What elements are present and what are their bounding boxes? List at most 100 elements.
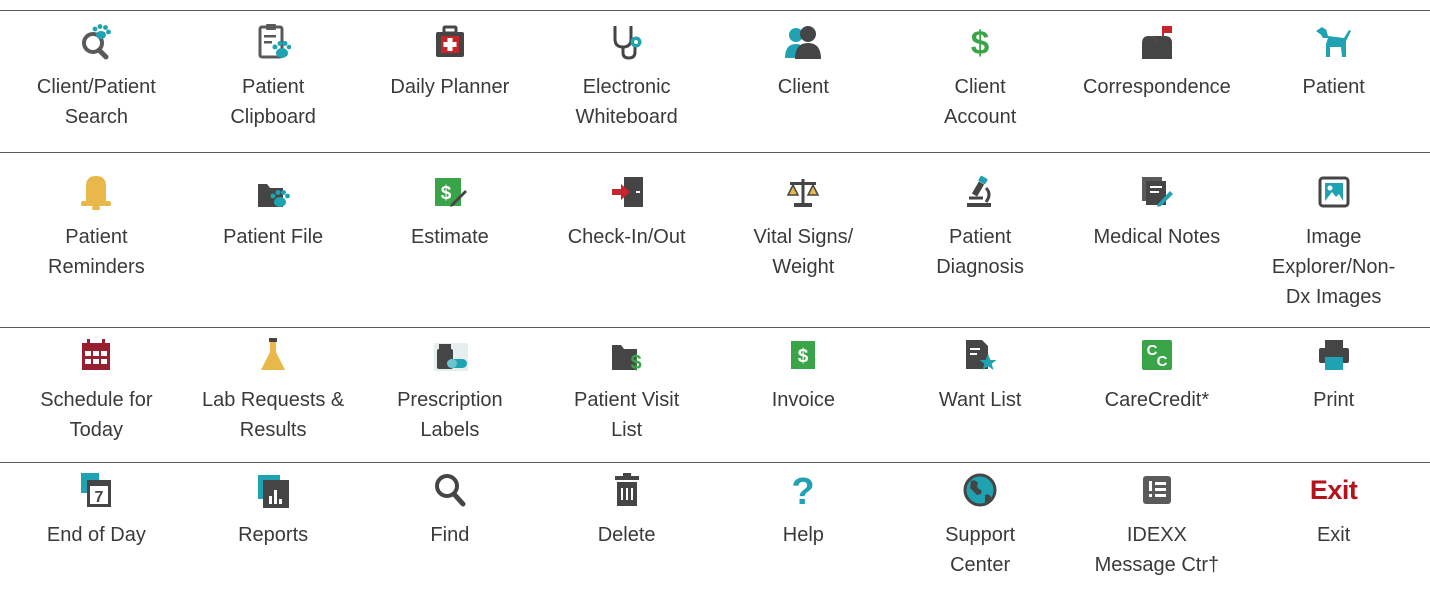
invoice-icon: $	[787, 335, 819, 375]
medical-bag-icon	[432, 22, 468, 62]
reports-chart-icon	[255, 470, 291, 510]
patient-label: Patient	[1302, 76, 1365, 98]
vital-signs-weight-button[interactable]: Vital Signs/ Weight	[715, 172, 892, 312]
dog-icon	[1314, 22, 1354, 62]
estimate-label: Estimate	[410, 226, 489, 248]
invoice-button[interactable]: $ Invoice	[715, 335, 892, 445]
client-account-label: Client Account	[943, 76, 1017, 128]
check-in-door-icon	[609, 172, 645, 212]
support-center-button[interactable]: Support Center	[892, 470, 1069, 580]
end-of-day-button[interactable]: 7 End of Day	[8, 470, 185, 580]
client-patient-search-button[interactable]: Client/Patient Search	[8, 22, 185, 132]
toolbar-row-1: Client/Patient Search Patient Clipboard	[8, 22, 1422, 132]
schedule-for-today-label: Schedule for Today	[40, 389, 153, 441]
vital-signs-weight-label: Vital Signs/ Weight	[753, 226, 854, 278]
idexx-message-center-button[interactable]: IDEXX Message Ctr†	[1069, 470, 1246, 580]
idexx-message-center-label: IDEXX Message Ctr†	[1094, 524, 1220, 576]
delete-label: Delete	[597, 524, 656, 546]
electronic-whiteboard-button[interactable]: Electronic Whiteboard	[538, 22, 715, 132]
clipboard-paw-icon	[255, 22, 292, 62]
divider-row-2	[0, 327, 1430, 328]
patient-diagnosis-button[interactable]: Patient Diagnosis	[892, 172, 1069, 312]
divider-top	[0, 10, 1430, 11]
exit-icon-text: Exit	[1309, 474, 1358, 505]
pill-bottle-icon	[430, 335, 470, 375]
invoice-label: Invoice	[771, 389, 836, 411]
print-button[interactable]: Print	[1245, 335, 1422, 445]
svg-text:?: ?	[792, 471, 815, 510]
medical-notes-label: Medical Notes	[1093, 226, 1221, 248]
correspondence-button[interactable]: Correspondence	[1069, 22, 1246, 132]
schedule-for-today-button[interactable]: Schedule for Today	[8, 335, 185, 445]
folder-dollar-icon: $	[609, 335, 645, 375]
patient-clipboard-button[interactable]: Patient Clipboard	[185, 22, 362, 132]
client-account-button[interactable]: $ Client Account	[892, 22, 1069, 132]
carecredit-icon: C C	[1139, 335, 1175, 375]
patient-file-button[interactable]: Patient File	[185, 172, 362, 312]
estimate-pencil-icon: $	[432, 172, 468, 212]
find-button[interactable]: Find	[362, 470, 539, 580]
check-in-out-label: Check-In/Out	[567, 226, 686, 248]
dollar-icon: $	[965, 22, 995, 62]
patient-visit-list-label: Patient Visit List	[574, 389, 680, 441]
divider-row-3	[0, 462, 1430, 463]
client-patient-search-label: Client/Patient Search	[36, 76, 156, 128]
exit-icon: Exit	[1310, 470, 1358, 510]
estimate-button[interactable]: $ Estimate	[362, 172, 539, 312]
svg-text:$: $	[971, 24, 989, 61]
svg-text:7: 7	[95, 489, 104, 506]
toolbar-row-3: Schedule for Today Lab Requests & Result…	[8, 335, 1422, 445]
bell-icon	[78, 172, 114, 212]
microscope-icon	[962, 172, 998, 212]
electronic-whiteboard-label: Electronic Whiteboard	[575, 76, 678, 128]
flask-icon	[257, 335, 289, 375]
mailbox-icon	[1139, 22, 1175, 62]
list-star-icon	[962, 335, 998, 375]
search-paw-icon	[77, 22, 115, 62]
client-people-icon	[783, 22, 823, 62]
svg-text:$: $	[798, 346, 809, 367]
want-list-label: Want List	[938, 389, 1022, 411]
message-center-icon	[1139, 470, 1175, 510]
image-explorer-label: Image Explorer/Non- Dx Images	[1271, 226, 1396, 308]
trash-icon	[611, 470, 643, 510]
toolbar-row-2: Patient Reminders Patient File $ Estimat…	[8, 172, 1422, 312]
scale-icon	[785, 172, 821, 212]
delete-button[interactable]: Delete	[538, 470, 715, 580]
image-explorer-button[interactable]: Image Explorer/Non- Dx Images	[1245, 172, 1422, 312]
check-in-out-button[interactable]: Check-In/Out	[538, 172, 715, 312]
printer-icon	[1316, 335, 1352, 375]
exit-button[interactable]: Exit Exit	[1245, 470, 1422, 580]
carecredit-label: CareCredit*	[1104, 389, 1210, 411]
client-label: Client	[777, 76, 829, 98]
daily-planner-label: Daily Planner	[390, 76, 510, 98]
correspondence-label: Correspondence	[1082, 76, 1231, 98]
support-center-label: Support Center	[945, 524, 1016, 576]
reports-label: Reports	[238, 524, 309, 546]
end-of-day-calendar-icon: 7	[78, 470, 114, 510]
carecredit-button[interactable]: C C CareCredit*	[1069, 335, 1246, 445]
calendar-icon	[78, 335, 114, 375]
lab-requests-results-button[interactable]: Lab Requests & Results	[185, 335, 362, 445]
print-label: Print	[1313, 389, 1355, 411]
prescription-labels-button[interactable]: Prescription Labels	[362, 335, 539, 445]
patient-reminders-label: Patient Reminders	[48, 226, 145, 278]
divider-row-1	[0, 152, 1430, 153]
client-button[interactable]: Client	[715, 22, 892, 132]
medical-notes-button[interactable]: Medical Notes	[1069, 172, 1246, 312]
reports-button[interactable]: Reports	[185, 470, 362, 580]
help-button[interactable]: ? Help	[715, 470, 892, 580]
notes-pencil-icon	[1139, 172, 1175, 212]
svg-text:$: $	[630, 352, 641, 373]
patient-button[interactable]: Patient	[1245, 22, 1422, 132]
svg-text:$: $	[441, 183, 452, 204]
patient-reminders-button[interactable]: Patient Reminders	[8, 172, 185, 312]
patient-file-label: Patient File	[223, 226, 324, 248]
find-label: Find	[430, 524, 470, 546]
want-list-button[interactable]: Want List	[892, 335, 1069, 445]
patient-visit-list-button[interactable]: $ Patient Visit List	[538, 335, 715, 445]
exit-label: Exit	[1316, 524, 1351, 546]
daily-planner-button[interactable]: Daily Planner	[362, 22, 539, 132]
image-icon	[1316, 172, 1352, 212]
patient-diagnosis-label: Patient Diagnosis	[936, 226, 1025, 278]
